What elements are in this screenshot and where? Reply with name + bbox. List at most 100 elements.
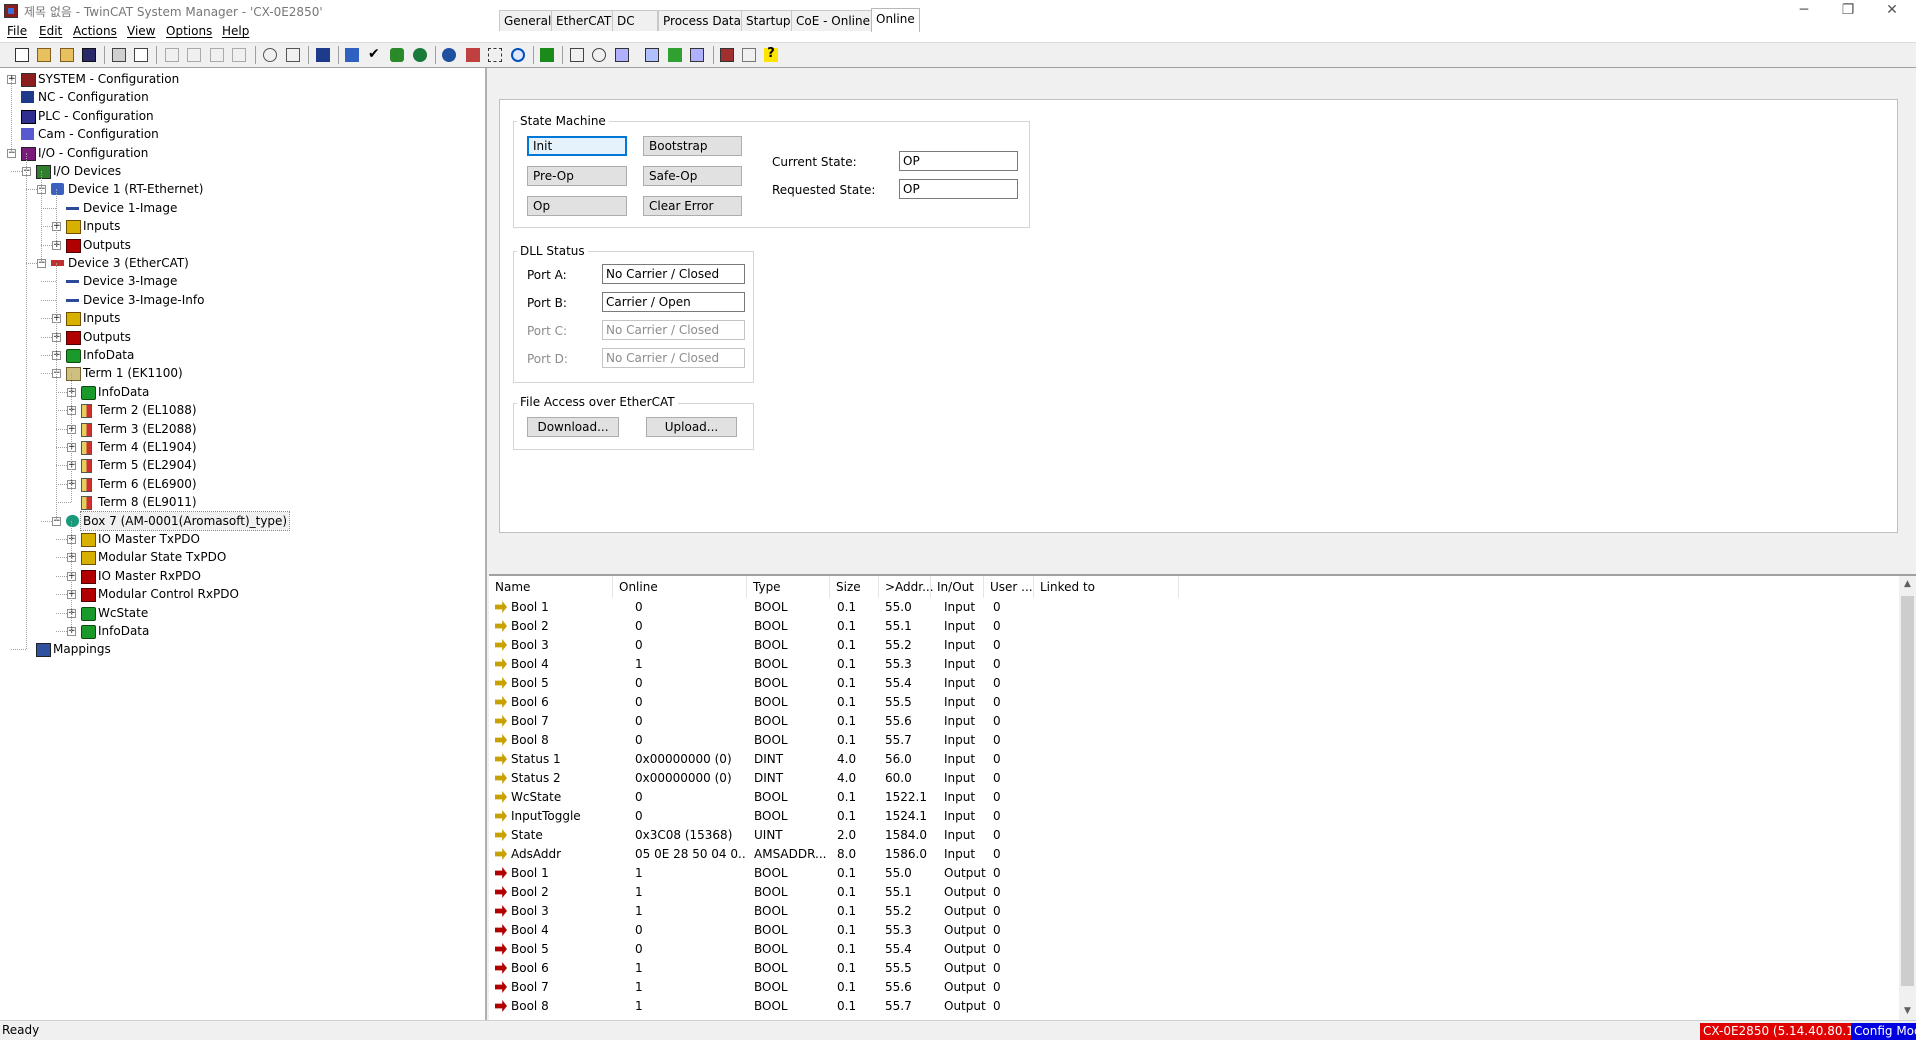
menu-options[interactable]: Options: [166, 24, 212, 38]
cut-icon[interactable]: [165, 48, 179, 62]
table-row[interactable]: AdsAddr 05 0E 28 50 04 0... AMSADDR... 8.0 1…: [489, 845, 1899, 864]
toggle-free-run-icon[interactable]: [540, 48, 554, 62]
table-row[interactable]: Bool 1 1 BOOL 0.1 55.0 Output 0: [489, 864, 1899, 883]
tree-node[interactable]: + Modular Control RxPDO: [0, 585, 480, 603]
choose-target-icon[interactable]: [442, 48, 456, 62]
column-header[interactable]: Type: [747, 576, 830, 598]
bootstrap-button[interactable]: Bootstrap: [643, 136, 742, 156]
table-row[interactable]: Bool 3 1 BOOL 0.1 55.2 Output 0: [489, 902, 1899, 921]
online-watch-icon[interactable]: [645, 48, 659, 62]
table-row[interactable]: Bool 4 1 BOOL 0.1 55.3 Input 0: [489, 655, 1899, 674]
check-config-icon[interactable]: ✔: [368, 47, 382, 62]
table-row[interactable]: Bool 4 0 BOOL 0.1 55.3 Output 0: [489, 921, 1899, 940]
tree-node[interactable]: Device 1-Image: [0, 199, 480, 217]
about-icon[interactable]: [742, 48, 756, 62]
menu-view[interactable]: View: [127, 24, 155, 38]
generate-mappings-icon[interactable]: [345, 48, 359, 62]
table-row[interactable]: Bool 5 0 BOOL 0.1 55.4 Output 0: [489, 940, 1899, 959]
tree-node[interactable]: Cam - Configuration: [0, 125, 480, 143]
table-row[interactable]: Bool 2 1 BOOL 0.1 55.1 Output 0: [489, 883, 1899, 902]
table-row[interactable]: InputToggle 0 BOOL 0.1 1524.1 Input 0: [489, 807, 1899, 826]
tree-node[interactable]: + Term 3 (EL2088): [0, 420, 480, 438]
close-button[interactable]: ✕: [1870, 0, 1914, 22]
tab-process-data[interactable]: Process Data: [658, 10, 746, 31]
write-icon[interactable]: [690, 48, 704, 62]
menu-actions[interactable]: Actions: [73, 24, 117, 38]
tree-node[interactable]: + IO Master TxPDO: [0, 530, 480, 548]
find-icon[interactable]: [263, 48, 277, 62]
tab-startup[interactable]: Startup: [741, 10, 796, 31]
tree-node[interactable]: − I/O - Configuration: [0, 144, 480, 162]
tree-node[interactable]: + Outputs: [0, 236, 480, 254]
column-header[interactable]: In/Out: [931, 576, 984, 598]
tree-node[interactable]: Device 3-Image: [0, 272, 480, 290]
table-row[interactable]: State 0x3C08 (15368) UINT 2.0 1584.0 Input 0: [489, 826, 1899, 845]
tree-node[interactable]: + Term 4 (EL1904): [0, 438, 480, 456]
tree-node[interactable]: − Term 1 (EK1100): [0, 364, 480, 382]
tree-node[interactable]: − Device 3 (EtherCAT): [0, 254, 480, 272]
table-row[interactable]: Bool 8 1 BOOL 0.1 55.7 Output 0: [489, 997, 1899, 1016]
tree-node[interactable]: + InfoData: [0, 622, 480, 640]
open-from-target-icon[interactable]: [60, 48, 74, 62]
show-online-icon[interactable]: [570, 48, 584, 62]
tree-node[interactable]: + Term 2 (EL1088): [0, 401, 480, 419]
print-preview-icon[interactable]: [134, 48, 148, 62]
tree-node[interactable]: + Term 5 (EL2904): [0, 456, 480, 474]
open-folder-icon[interactable]: [37, 48, 51, 62]
tree-node[interactable]: PLC - Configuration: [0, 107, 480, 125]
tree-node[interactable]: + Inputs: [0, 217, 480, 235]
pre-op-button[interactable]: Pre-Op: [527, 166, 627, 186]
table-row[interactable]: Status 2 0x00000000 (0) DINT 4.0 60.0 Input 0: [489, 769, 1899, 788]
library-icon[interactable]: [720, 48, 734, 62]
hand-icon[interactable]: [286, 48, 300, 62]
tree-node[interactable]: Term 8 (EL9011): [0, 493, 480, 511]
print-icon[interactable]: [112, 48, 126, 62]
table-row[interactable]: Bool 8 0 BOOL 0.1 55.7 Input 0: [489, 731, 1899, 750]
op-button[interactable]: Op: [527, 196, 627, 216]
table-row[interactable]: Bool 5 0 BOOL 0.1 55.4 Input 0: [489, 674, 1899, 693]
tab-coe-online[interactable]: CoE - Online: [791, 10, 875, 31]
tree-node[interactable]: + InfoData: [0, 346, 480, 364]
menu-edit[interactable]: Edit: [39, 24, 62, 38]
tab-ethercat[interactable]: EtherCAT: [551, 10, 617, 31]
tree-node[interactable]: + Outputs: [0, 328, 480, 346]
download-button[interactable]: Download...: [527, 417, 619, 437]
clear-error-button[interactable]: Clear Error: [643, 196, 742, 216]
force-icon[interactable]: [668, 48, 682, 62]
tree-node[interactable]: Mappings: [0, 640, 480, 658]
init-button[interactable]: Init: [527, 136, 627, 156]
table-row[interactable]: Bool 3 0 BOOL 0.1 55.2 Input 0: [489, 636, 1899, 655]
paste-icon[interactable]: [210, 48, 224, 62]
tree-node[interactable]: + WcState: [0, 604, 480, 622]
zoom-icon[interactable]: [592, 48, 606, 62]
paste-link-icon[interactable]: [232, 48, 246, 62]
table-row[interactable]: WcState 0 BOOL 0.1 1522.1 Input 0: [489, 788, 1899, 807]
select-icon[interactable]: [488, 48, 502, 62]
free-run-icon[interactable]: [511, 48, 525, 62]
column-header[interactable]: Online: [613, 576, 747, 598]
upload-button[interactable]: Upload...: [646, 417, 737, 437]
tree-node[interactable]: + Term 6 (EL6900): [0, 475, 480, 493]
scan-devices-icon[interactable]: [466, 48, 480, 62]
tree-node[interactable]: + Modular State TxPDO: [0, 548, 480, 566]
tree-node[interactable]: − Box 7 (AM-0001(Aromasoft)_type): [0, 510, 480, 531]
safe-op-button[interactable]: Safe-Op: [643, 166, 742, 186]
help-icon[interactable]: ?: [764, 47, 778, 62]
menu-file[interactable]: File: [7, 24, 27, 38]
table-row[interactable]: Bool 7 1 BOOL 0.1 55.6 Output 0: [489, 978, 1899, 997]
table-row[interactable]: Status 1 0x00000000 (0) DINT 4.0 56.0 Input 0: [489, 750, 1899, 769]
restore-button[interactable]: ❐: [1826, 0, 1870, 22]
tab-dc[interactable]: DC: [612, 10, 658, 31]
tree-node[interactable]: + SYSTEM - Configuration: [0, 70, 480, 88]
scroll-down-icon[interactable]: ▼: [1899, 1003, 1916, 1020]
column-header[interactable]: User ...: [984, 576, 1034, 598]
tab-online[interactable]: Online: [871, 8, 920, 32]
link-variable-icon[interactable]: [615, 48, 629, 62]
tab-general[interactable]: General: [499, 10, 557, 31]
column-header[interactable]: Name: [489, 576, 613, 598]
tree-node[interactable]: + InfoData: [0, 383, 480, 401]
table-row[interactable]: Bool 6 1 BOOL 0.1 55.5 Output 0: [489, 959, 1899, 978]
save-icon[interactable]: [82, 48, 96, 62]
column-header[interactable]: >Addr...: [879, 576, 934, 598]
menu-help[interactable]: Help: [222, 24, 249, 38]
